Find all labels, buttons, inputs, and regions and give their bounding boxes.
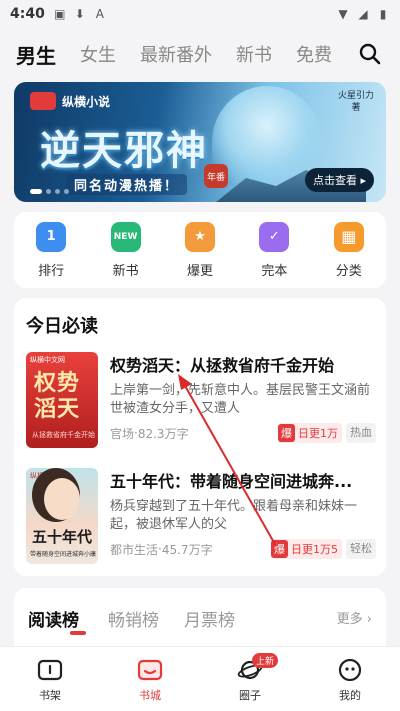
wifi-icon: ▼ [338, 7, 348, 21]
more-label: 更多 [336, 612, 363, 627]
trophy-icon: 1 [36, 221, 67, 252]
battery-icon: ▮ [379, 7, 387, 21]
cover-title: 权势滔天 [34, 370, 81, 422]
new-badge: 上新 [252, 653, 279, 668]
book-item[interactable]: 纵横中文网 五十年代 带着随身空间进城奔小康 五十年代：带着随身空间进城奔...… [26, 468, 376, 564]
book-category: 官场 [110, 426, 135, 441]
tab-new-books[interactable]: 新书 [236, 41, 272, 67]
update-label: 日更1万5 [291, 543, 338, 556]
tab-latest-extras[interactable]: 最新番外 [140, 41, 212, 67]
status-bar: 4:40 ▣ ⬇ A ▼ ◢ ▮ [0, 0, 400, 28]
book-cover: 纵横中文网 五十年代 带着随身空间进城奔小康 [26, 468, 98, 564]
banner-cta-button[interactable]: 点击查看 ▸ [304, 168, 374, 192]
completed-book-icon: ✓ [259, 221, 290, 252]
search-button[interactable] [356, 40, 384, 68]
hot-label: 爆 [278, 424, 295, 442]
quick-nav-label: 排行 [38, 263, 65, 279]
cover-label: 纵横中文网 [30, 356, 65, 364]
book-word-count: 82.3万字 [137, 426, 189, 441]
book-word-count: 45.7万字 [161, 542, 213, 557]
rank-tab-monthly-ticket[interactable]: 月票榜 [184, 606, 235, 631]
gallery-icon: ▣ [54, 7, 66, 21]
tab-female[interactable]: 女生 [80, 41, 116, 67]
quick-nav-label: 新书 [112, 263, 139, 279]
quick-nav-ranking[interactable]: 1 排行 [23, 221, 79, 279]
book-category: 都市生活 [110, 542, 159, 557]
banner-seal: 年番 [204, 164, 228, 188]
tab-free[interactable]: 免费 [296, 41, 332, 67]
carousel-dot [46, 189, 51, 194]
quick-nav-new-books[interactable]: NEW 新书 [98, 221, 154, 279]
hot-label: 爆 [271, 540, 288, 558]
update-badge: 爆日更1万 [278, 423, 342, 443]
category-grid-icon: ▦ [333, 221, 364, 252]
book-description: 上岸第一剑，先斩意中人。基层民警王文涵前世被渣女分手，又遭人 [110, 383, 371, 416]
signal-icon: ◢ [358, 7, 368, 21]
bookstore-icon [137, 659, 163, 681]
rank-tab-reading[interactable]: 阅读榜 [28, 606, 86, 635]
bookshelf-icon [37, 659, 63, 681]
quick-nav-label: 爆更 [186, 263, 213, 279]
quick-nav-hot-updates[interactable]: ★ 爆更 [172, 221, 228, 279]
book-title: 权势滔天：从拯救省府千金开始 [110, 356, 335, 375]
cover-subtitle: 带着随身空间进城奔小康 [30, 551, 97, 558]
update-label: 日更1万 [298, 427, 338, 440]
book-title: 五十年代：带着随身空间进城奔... [110, 472, 353, 491]
genre-tag: 热血 [346, 423, 376, 443]
fire-star-icon: ★ [184, 221, 215, 252]
banner-subtitle: 同名动漫热播！ [66, 174, 188, 195]
today-must-read-section: 今日必读 纵横中文网 权势滔天 从拯救省府千金开始 权势滔天：从拯救省府千金开始… [14, 298, 386, 576]
book-cover: 纵横中文网 权势滔天 从拯救省府千金开始 [26, 352, 98, 448]
rank-tab-bestseller[interactable]: 畅销榜 [108, 606, 159, 631]
carousel-indicator [30, 189, 69, 194]
profile-icon [338, 659, 362, 681]
rank-tab-label: 阅读榜 [28, 611, 79, 631]
quick-nav: 1 排行 NEW 新书 ★ 爆更 ✓ 完本 ▦ 分类 [14, 212, 386, 288]
promo-banner[interactable]: 纵横小说 逆天邪神 同名动漫热播！ 年番 火星引力 著 点击查看 ▸ [14, 82, 386, 202]
cover-character-art [44, 478, 80, 520]
nav-bookstore[interactable]: 书城 [100, 647, 200, 711]
quick-nav-label: 分类 [335, 263, 362, 279]
brand-name: 纵横小说 [62, 94, 111, 109]
book-item[interactable]: 纵横中文网 权势滔天 从拯救省府千金开始 权势滔天：从拯救省府千金开始 上岸第一… [26, 352, 376, 448]
nav-profile[interactable]: 我的 [300, 647, 400, 711]
banner-brand: 纵横小说 [30, 92, 110, 110]
nav-label: 我的 [339, 689, 361, 702]
genre-tag: 轻松 [346, 539, 376, 559]
carousel-dot [55, 189, 60, 194]
quick-nav-label: 完本 [261, 263, 288, 279]
more-link[interactable]: 更多 › [337, 608, 372, 627]
nav-bookshelf[interactable]: 书架 [0, 647, 100, 711]
section-title: 今日必读 [26, 316, 98, 337]
banner-author: 火星引力 著 [337, 91, 374, 113]
brand-logo-icon [30, 92, 56, 110]
ranking-section: 阅读榜 畅销榜 月票榜 更多 › [14, 588, 386, 648]
download-icon: ⬇ [74, 7, 85, 21]
nav-label: 书城 [139, 689, 161, 702]
carousel-dot [30, 189, 42, 194]
quick-nav-category[interactable]: ▦ 分类 [321, 221, 377, 279]
cover-title: 五十年代 [32, 528, 93, 546]
status-time: 4:40 [10, 6, 45, 22]
search-icon [359, 43, 381, 65]
cta-label: 点击查看 [312, 174, 357, 187]
nav-circle[interactable]: 上新 圈子 [200, 647, 300, 711]
new-book-icon: NEW [110, 221, 141, 252]
banner-title: 逆天邪神 [40, 127, 208, 174]
active-tab-indicator [70, 631, 86, 635]
quick-nav-completed[interactable]: ✓ 完本 [246, 221, 302, 279]
text-icon: A [95, 7, 104, 21]
carousel-dot [64, 189, 69, 194]
book-description: 杨兵穿越到了五十年代。跟着母亲和妹妹一起，被退休军人的父 [110, 499, 358, 532]
chevron-right-icon: › [366, 612, 372, 627]
tab-male[interactable]: 男生 [16, 40, 56, 69]
nav-label: 圈子 [239, 689, 261, 702]
nav-label: 书架 [39, 689, 61, 702]
channel-tabs: 男生 女生 最新番外 新书 免费 [0, 34, 400, 74]
bottom-nav: 书架 书城 上新 圈子 我的 [0, 646, 400, 711]
update-badge: 爆日更1万5 [271, 539, 342, 559]
cover-subtitle: 从拯救省府千金开始 [32, 431, 95, 439]
